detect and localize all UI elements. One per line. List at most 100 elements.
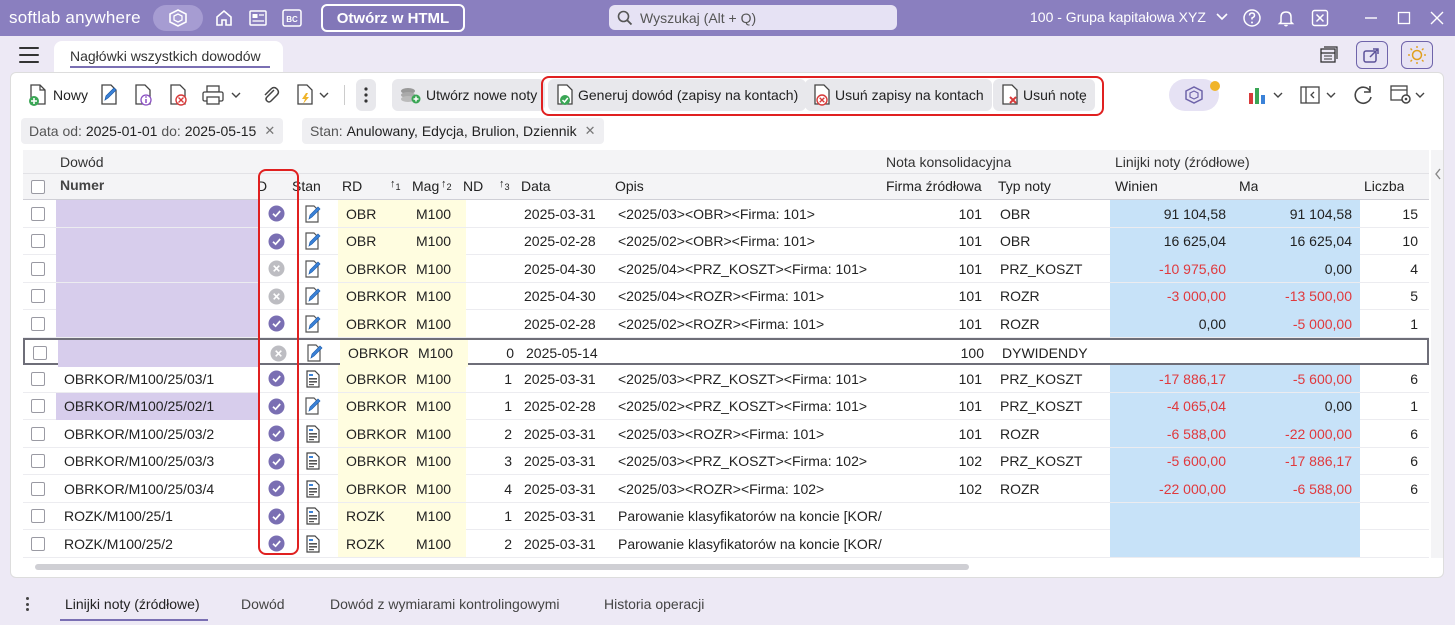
open-html-button[interactable]: Otwórz w HTML	[320, 4, 466, 32]
list-settings-icon[interactable]	[1313, 41, 1345, 69]
table-row[interactable]: OBR M100 2025-02-28 <2025/02><OBR><Firma: 1…	[23, 227, 1429, 255]
menu-icon[interactable]	[19, 47, 39, 63]
state-filter-chip[interactable]: Stan: Anulowany, Edycja, Brulion, Dzienn…	[302, 118, 604, 144]
table-row[interactable]: OBR M100 2025-03-31 <2025/03><OBR><Firma: 1…	[23, 200, 1429, 228]
row-checkbox-cell[interactable]	[31, 200, 51, 227]
close-icon[interactable]: ✕	[264, 123, 275, 139]
tab-linijki-noty[interactable]: Linijki noty (źródłowe)	[65, 596, 200, 612]
table-row[interactable]: OBRKOR M100 2025-04-30 <2025/04><ROZR><Firm…	[23, 282, 1429, 310]
cell-mag: M100	[410, 475, 466, 502]
tab-dowod[interactable]: Dowód	[241, 596, 285, 612]
table-row[interactable]: OBRKOR/M100/25/03/3 OBRKOR M100 3 2025-03-31…	[23, 447, 1429, 475]
row-checkbox[interactable]	[31, 426, 45, 441]
cell-data: 2025-03-31	[524, 205, 596, 222]
table-row[interactable]: OBRKOR M100 2025-04-30 <2025/04><PRZ_KOSZT>…	[23, 255, 1429, 283]
row-checkbox-cell[interactable]	[31, 503, 51, 530]
panel-button[interactable]	[1299, 79, 1336, 111]
table-row[interactable]: ROZK/M100/25/2 ROZK M100 2 2025-03-31 Parowan…	[23, 530, 1429, 558]
more-button[interactable]	[356, 79, 376, 111]
row-checkbox-cell[interactable]	[31, 420, 51, 447]
search-input[interactable]: Wyszukaj (Alt + Q)	[609, 5, 897, 30]
cell-mag: M100	[410, 420, 466, 447]
table-row[interactable]: OBRKOR/M100/25/03/2 OBRKOR M100 2 2025-03-31…	[23, 420, 1429, 448]
create-notes-button[interactable]: Utwórz nowe noty	[392, 79, 546, 111]
vertical-scrollbar[interactable]	[1431, 150, 1443, 558]
table-row[interactable]: ROZK/M100/25/1 ROZK M100 1 2025-03-31 Parowan…	[23, 502, 1429, 530]
horizontal-scrollbar[interactable]	[35, 564, 969, 570]
row-checkbox-cell[interactable]	[31, 530, 51, 557]
col-rd[interactable]: RD	[342, 178, 362, 194]
col-data[interactable]: Data	[521, 178, 551, 194]
row-checkbox[interactable]	[31, 234, 45, 248]
col-ma[interactable]: Ma	[1239, 178, 1258, 194]
col-winien[interactable]: Winien	[1115, 178, 1158, 194]
row-checkbox[interactable]	[31, 536, 45, 551]
workspace-icon[interactable]	[152, 5, 203, 31]
row-checkbox-cell[interactable]	[31, 228, 51, 255]
row-checkbox-cell[interactable]	[31, 283, 51, 310]
help-icon[interactable]	[1237, 4, 1267, 32]
minimize-icon[interactable]	[1356, 4, 1386, 32]
print-button[interactable]	[201, 79, 241, 111]
tab-historia[interactable]: Historia operacji	[604, 596, 704, 612]
row-checkbox[interactable]	[31, 481, 45, 496]
table-row[interactable]: OBRKOR M100 0 2025-05-14 100 DYWIDENDY	[23, 337, 1429, 367]
close-icon[interactable]: ✕	[585, 123, 596, 139]
row-checkbox[interactable]	[31, 509, 45, 523]
row-checkbox[interactable]	[33, 346, 47, 360]
table-row[interactable]: OBRKOR M100 2025-02-28 <2025/02><ROZR><Firm…	[23, 310, 1429, 338]
row-checkbox-cell[interactable]	[31, 310, 51, 337]
more-vertical-icon[interactable]	[20, 597, 34, 611]
info-icon[interactable]	[131, 79, 155, 111]
edit-icon[interactable]	[97, 79, 121, 111]
row-checkbox[interactable]	[31, 261, 45, 276]
select-all-checkbox[interactable]	[31, 180, 45, 194]
tab-dowod-wymiary[interactable]: Dowód z wymiarami kontrolingowymi	[330, 596, 560, 612]
delete-icon[interactable]	[166, 79, 190, 111]
bulb-icon[interactable]	[1401, 41, 1433, 69]
row-checkbox[interactable]	[31, 371, 45, 386]
table-row[interactable]: OBRKOR/M100/25/02/1 OBRKOR M100 1 2025-02-28…	[23, 392, 1429, 420]
col-firma[interactable]: Firma źródłowa	[886, 178, 982, 194]
new-button[interactable]: Nowy	[26, 79, 88, 111]
workspace-toggle[interactable]	[1169, 79, 1220, 111]
home-icon[interactable]	[207, 4, 241, 32]
company-selector[interactable]: 100 - Grupa kapitałowa XYZ	[1030, 9, 1228, 25]
attachment-icon[interactable]	[259, 79, 281, 111]
close-window-icon[interactable]	[1422, 4, 1452, 32]
row-checkbox-cell[interactable]	[31, 365, 51, 392]
create-notes-label: Utwórz nowe noty	[426, 87, 538, 103]
col-nd[interactable]: ND	[463, 178, 483, 194]
row-checkbox-cell[interactable]	[33, 340, 53, 367]
cell-firma: 101	[958, 233, 982, 249]
tab-document-headers[interactable]: Nagłówki wszystkich dowodów	[54, 41, 283, 72]
date-filter-chip[interactable]: Data od: 2025-01-01 do: 2025-05-15 ✕	[21, 118, 284, 144]
view-settings-button[interactable]	[1389, 79, 1425, 111]
row-checkbox-cell[interactable]	[31, 255, 51, 282]
row-checkbox[interactable]	[31, 454, 45, 468]
row-checkbox[interactable]	[31, 399, 45, 413]
col-numer[interactable]: Numer	[60, 177, 104, 193]
row-checkbox-cell[interactable]	[31, 475, 51, 502]
refresh-icon[interactable]	[1351, 79, 1375, 111]
row-checkbox[interactable]	[31, 289, 45, 303]
bc-icon[interactable]: BC	[275, 4, 309, 32]
bell-icon[interactable]	[1271, 4, 1301, 32]
row-checkbox-cell[interactable]	[31, 393, 51, 420]
close-session-icon[interactable]	[1305, 4, 1335, 32]
share-icon[interactable]	[1356, 41, 1388, 69]
row-checkbox-cell[interactable]	[31, 448, 51, 475]
cell-ma: -5 600,00	[1234, 365, 1360, 392]
maximize-icon[interactable]	[1389, 4, 1419, 32]
row-checkbox[interactable]	[31, 206, 45, 221]
row-checkbox[interactable]	[31, 316, 45, 331]
chart-button[interactable]	[1246, 79, 1283, 111]
col-mag[interactable]: Mag	[412, 178, 442, 194]
col-opis[interactable]: Opis	[615, 178, 644, 194]
process-button[interactable]	[293, 79, 329, 111]
news-icon[interactable]	[241, 4, 275, 32]
table-row[interactable]: OBRKOR/M100/25/03/4 OBRKOR M100 4 2025-03-31…	[23, 475, 1429, 503]
col-liczba[interactable]: Liczba	[1364, 178, 1404, 194]
table-row[interactable]: OBRKOR/M100/25/03/1 OBRKOR M100 1 2025-03-31…	[23, 365, 1429, 393]
col-typ[interactable]: Typ noty	[998, 178, 1051, 194]
